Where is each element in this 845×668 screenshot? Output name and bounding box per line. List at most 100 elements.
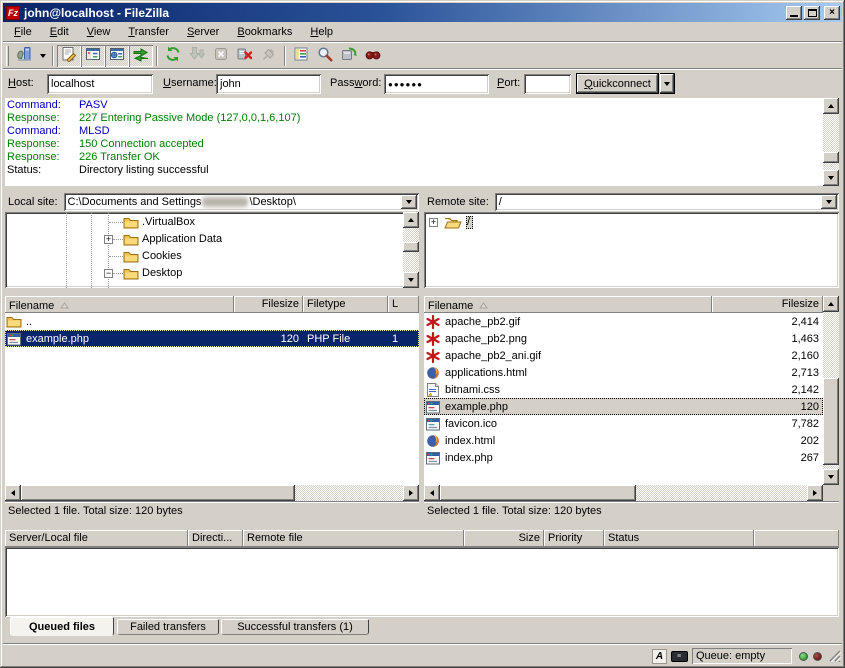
tree-item-application-data[interactable]: + Application Data (5, 231, 403, 248)
column-header-filetype[interactable]: Filetype (303, 296, 388, 313)
scrollbar-thumb[interactable] (823, 152, 839, 163)
file-row[interactable]: apache_pb2_ani.gif 2,160 (424, 347, 823, 364)
process-queue-button[interactable] (185, 45, 209, 67)
file-row[interactable]: apache_pb2.gif 2,414 (424, 313, 823, 330)
column-header-filename[interactable]: Filename (5, 296, 234, 313)
tree-item-root[interactable]: + / (424, 214, 839, 231)
resize-grip[interactable] (827, 648, 841, 665)
file-row-selected[interactable]: example.php 120 (424, 398, 823, 415)
scrollbar-thumb[interactable] (440, 485, 636, 501)
scrollbar-thumb[interactable] (823, 378, 839, 465)
menu-file[interactable]: File (5, 24, 41, 40)
column-header-filesize[interactable]: Filesize (234, 296, 303, 313)
tab-successful-transfers[interactable]: Successful transfers (1) (221, 619, 369, 635)
scrollbar-track[interactable] (823, 312, 839, 469)
find-files-button[interactable] (361, 45, 385, 67)
file-row-parent-dir[interactable]: .. (5, 313, 419, 330)
disconnect-button[interactable] (233, 45, 257, 67)
file-row[interactable]: applications.html 2,713 (424, 364, 823, 381)
scroll-down-button[interactable] (823, 469, 839, 485)
column-header-lastmodified[interactable]: L (388, 296, 419, 313)
column-header-direction[interactable]: Directi... (188, 530, 243, 547)
directory-comparison-button[interactable] (313, 45, 337, 67)
column-header-filename[interactable]: Filename (424, 296, 712, 313)
file-row[interactable]: favicon.ico 7,782 (424, 415, 823, 432)
scrollbar-track[interactable] (403, 228, 419, 272)
menu-server[interactable]: Server (178, 24, 228, 40)
column-header-size[interactable]: Size (464, 530, 544, 547)
username-input[interactable]: john (216, 74, 321, 94)
tab-failed-transfers[interactable]: Failed transfers (117, 619, 219, 635)
column-header-priority[interactable]: Priority (544, 530, 604, 547)
scrollbar-thumb[interactable] (21, 485, 295, 501)
scroll-right-button[interactable] (403, 485, 419, 501)
local-site-dropdown[interactable] (401, 195, 417, 209)
menu-bookmarks[interactable]: Bookmarks (228, 24, 301, 40)
local-tree-scrollbar[interactable] (403, 212, 419, 288)
scrollbar-track[interactable] (440, 485, 807, 501)
toggle-message-log-button[interactable] (57, 45, 81, 67)
tree-item-cookies[interactable]: Cookies (5, 248, 403, 265)
collapse-icon[interactable]: − (104, 269, 113, 278)
host-input[interactable]: localhost (47, 74, 153, 94)
refresh-button[interactable] (161, 45, 185, 67)
tree-item-virtualbox[interactable]: .VirtualBox (5, 214, 403, 231)
reconnect-button[interactable] (257, 45, 281, 67)
remote-site-combo[interactable]: / (495, 193, 839, 211)
remote-site-dropdown[interactable] (821, 195, 837, 209)
file-row[interactable]: bitnami.css 2,142 (424, 381, 823, 398)
site-manager-dropdown[interactable] (36, 45, 49, 67)
scroll-left-button[interactable] (424, 485, 440, 501)
file-row[interactable]: index.php 267 (424, 449, 823, 466)
menu-transfer[interactable]: Transfer (119, 24, 178, 40)
local-site-combo[interactable]: C:\Documents and Settings\Desktop\ (64, 193, 419, 211)
scroll-up-button[interactable] (403, 212, 419, 228)
scroll-right-button[interactable] (807, 485, 823, 501)
close-button[interactable]: × (824, 6, 840, 20)
scrollbar-thumb[interactable] (403, 242, 419, 252)
file-row[interactable]: index.html 202 (424, 432, 823, 449)
toggle-remote-tree-button[interactable] (105, 45, 129, 67)
log-line: Command:PASV (7, 99, 823, 112)
remote-list-vscrollbar[interactable] (823, 296, 839, 501)
scrollbar-track[interactable] (21, 485, 403, 501)
synchronized-browsing-button[interactable] (337, 45, 361, 67)
cancel-operation-button[interactable] (209, 45, 233, 67)
speed-limits-icon[interactable]: ≡ (671, 651, 688, 662)
menu-view[interactable]: View (78, 24, 120, 40)
scrollbar-track[interactable] (823, 114, 839, 170)
tree-item-desktop[interactable]: − Desktop (5, 265, 403, 282)
file-row-example-php[interactable]: example.php 120 PHP File 1 (5, 330, 419, 347)
directory-filters-button[interactable] (289, 45, 313, 67)
expand-icon[interactable]: + (104, 235, 113, 244)
port-input[interactable] (524, 74, 571, 94)
menu-help[interactable]: Help (301, 24, 342, 40)
scroll-left-button[interactable] (5, 485, 21, 501)
scroll-down-button[interactable] (403, 272, 419, 288)
quickconnect-dropdown[interactable] (660, 73, 675, 94)
scroll-up-button[interactable] (823, 296, 839, 312)
quickconnect-button[interactable]: Quickconnect (576, 73, 659, 94)
column-header-remote-file[interactable]: Remote file (243, 530, 464, 547)
local-tree-rows: .VirtualBox + Application Data Cookies −… (5, 212, 403, 288)
minimize-button[interactable] (786, 6, 802, 20)
column-header-status[interactable]: Status (604, 530, 754, 547)
scroll-up-button[interactable] (823, 98, 839, 114)
toggle-local-tree-button[interactable] (81, 45, 105, 67)
toggle-transfer-queue-button[interactable] (129, 45, 153, 67)
ascii-datatype-icon[interactable]: A (652, 649, 667, 664)
password-input[interactable]: ●●●●●● (384, 74, 489, 94)
tab-queued-files[interactable]: Queued files (10, 617, 114, 636)
local-list-hscrollbar[interactable] (5, 485, 419, 501)
log-scrollbar[interactable] (823, 98, 839, 186)
scroll-down-button[interactable] (823, 170, 839, 186)
site-manager-button[interactable] (12, 45, 36, 67)
maximize-button[interactable] (804, 6, 820, 20)
menu-edit[interactable]: Edit (41, 24, 78, 40)
column-header-filesize[interactable]: Filesize (712, 296, 823, 313)
column-header-server-local-file[interactable]: Server/Local file (5, 530, 188, 547)
expand-icon[interactable]: + (429, 218, 438, 227)
file-row[interactable]: apache_pb2.png 1,463 (424, 330, 823, 347)
remote-list-hscrollbar[interactable] (424, 485, 823, 501)
port-label: Port: (497, 77, 520, 89)
